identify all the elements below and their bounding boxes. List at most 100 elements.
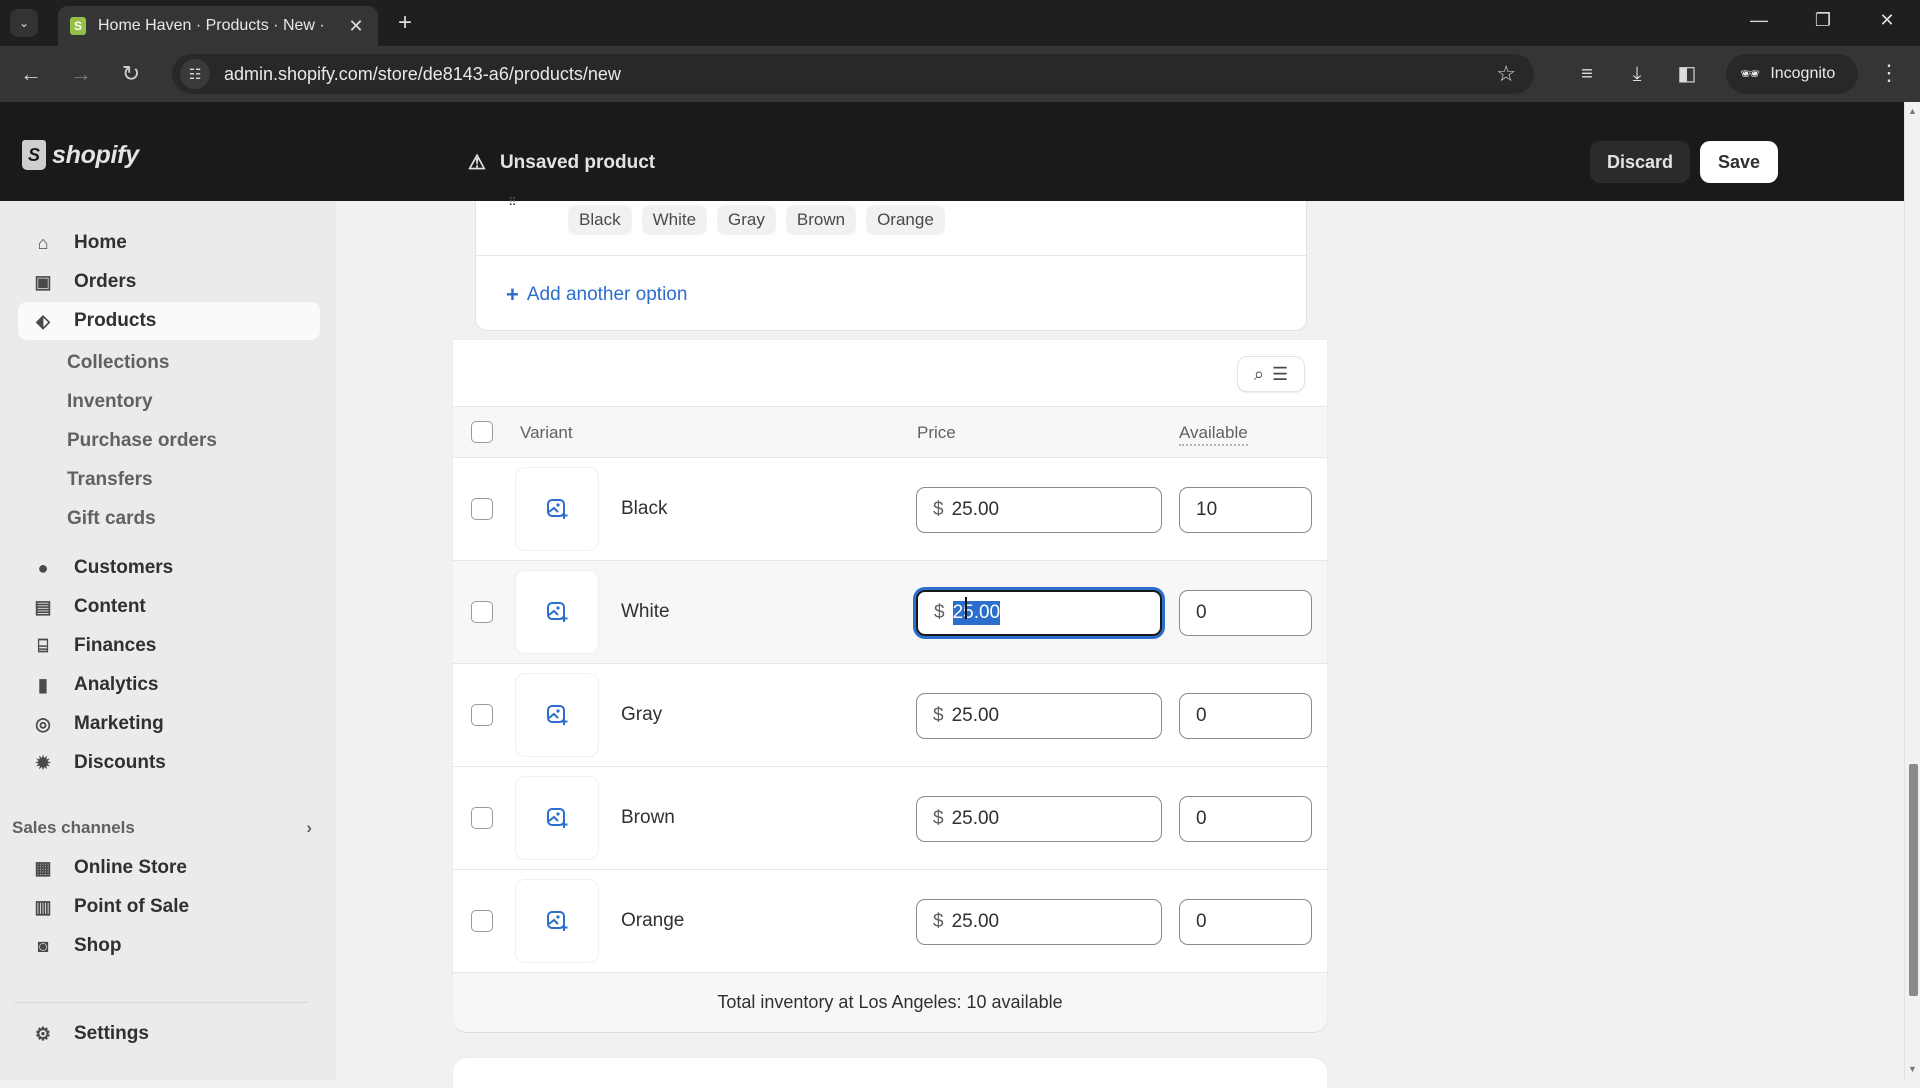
price-value: 25.00 <box>951 808 1000 829</box>
available-input[interactable]: 0 <box>1179 590 1312 636</box>
sidebar-item-content[interactable]: ▤ Content <box>18 588 320 626</box>
sidebar-item-analytics[interactable]: ▮ Analytics <box>18 666 320 704</box>
price-input[interactable]: $ 25.00 <box>916 796 1162 842</box>
sidebar-item-online-store[interactable]: ▦ Online Store <box>18 849 320 887</box>
variant-checkbox[interactable] <box>471 910 493 932</box>
column-header-variant[interactable]: Variant <box>520 423 573 443</box>
shopify-logo[interactable]: S shopify <box>22 140 139 170</box>
restore-button[interactable]: ❐ <box>1808 10 1838 31</box>
variant-row[interactable]: Black $ 25.00 10 <box>453 458 1327 561</box>
variant-row[interactable]: White $ 25.00 0 <box>453 561 1327 664</box>
sidebar-icon[interactable]: ◧ <box>1672 60 1702 88</box>
option-value-chip[interactable]: Gray <box>717 205 776 235</box>
close-window-button[interactable]: ✕ <box>1872 10 1902 31</box>
sidebar-subitem-transfers[interactable]: Transfers <box>67 469 153 491</box>
option-value-chip[interactable]: Orange <box>866 205 945 235</box>
sidebar-subitem-gift-cards[interactable]: Gift cards <box>67 508 156 530</box>
sidebar-item-discounts[interactable]: ✹ Discounts <box>18 744 320 782</box>
home-icon: ⌂ <box>37 232 49 253</box>
sidebar-item-orders[interactable]: ▣ Orders <box>18 263 320 301</box>
chevron-down-icon: ⌄ <box>18 16 30 30</box>
column-header-available[interactable]: Available <box>1179 423 1248 446</box>
sidebar-item-point-of-sale[interactable]: ▥ Point of Sale <box>18 888 320 926</box>
tag-icon: ⬖ <box>36 310 50 331</box>
text-cursor <box>965 597 967 619</box>
sidebar-item-label: Orders <box>74 271 137 292</box>
sidebar-item-label: Home <box>74 232 127 253</box>
plus-icon: + <box>506 282 519 307</box>
price-input[interactable]: $ 25.00 <box>916 487 1162 533</box>
kebab-icon[interactable]: ⋮ <box>1878 60 1900 86</box>
site-info-icon[interactable]: ☷ <box>180 59 210 89</box>
variant-row[interactable]: Gray $ 25.00 0 <box>453 664 1327 767</box>
available-input[interactable]: 10 <box>1179 487 1312 533</box>
sidebar-item-marketing[interactable]: ◎ Marketing <box>18 705 320 743</box>
price-input[interactable]: $ 25.00 <box>916 899 1162 945</box>
add-image-button[interactable] <box>515 570 599 654</box>
search-filter-button[interactable]: ⌕ ☰ <box>1237 356 1305 392</box>
browser-tab[interactable]: S Home Haven · Products · New · ✕ <box>58 6 378 46</box>
shopify-header: S shopify ⚠ Unsaved product Discard Save <box>0 102 1904 201</box>
sales-channels-label: Sales channels <box>12 818 135 837</box>
option-value-chip[interactable]: Black <box>568 205 632 235</box>
plus-icon: + <box>398 9 413 36</box>
reload-button[interactable]: ↻ <box>116 60 146 88</box>
incognito-indicator[interactable]: 🕶 Incognito <box>1726 54 1858 94</box>
sidebar-item-shop[interactable]: ◙ Shop <box>18 927 320 965</box>
available-input[interactable]: 0 <box>1179 899 1312 945</box>
add-image-button[interactable] <box>515 673 599 757</box>
address-bar[interactable]: ☷ admin.shopify.com/store/de8143-a6/prod… <box>172 54 1534 94</box>
scrollbar-thumb[interactable] <box>1909 764 1918 996</box>
add-image-button[interactable] <box>515 467 599 551</box>
add-another-option-button[interactable]: + Add another option <box>506 284 687 306</box>
sales-channels-header[interactable]: Sales channels › <box>12 818 312 838</box>
sidebar-item-label: Content <box>74 596 146 617</box>
variant-checkbox[interactable] <box>471 807 493 829</box>
back-button[interactable]: ← <box>16 60 46 88</box>
drag-handle-icon[interactable]: ⠿ <box>508 195 517 209</box>
new-tab-button[interactable]: + <box>398 9 413 36</box>
chevron-right-icon: › <box>306 818 312 837</box>
sidebar-item-finances[interactable]: ⌸ Finances <box>18 627 320 665</box>
price-input[interactable]: $ 25.00 <box>916 693 1162 739</box>
sidebar-subitem-inventory[interactable]: Inventory <box>67 391 153 413</box>
tab-close-icon[interactable]: ✕ <box>346 16 366 37</box>
currency-symbol: $ <box>933 499 944 520</box>
add-image-button[interactable] <box>515 879 599 963</box>
star-icon[interactable]: ☆ <box>1496 61 1516 87</box>
download-icon[interactable]: ⤓ <box>1622 60 1652 88</box>
option-value-chip[interactable]: Brown <box>785 205 857 235</box>
tab-search-button[interactable]: ⌄ <box>10 9 38 37</box>
variant-checkbox[interactable] <box>471 601 493 623</box>
scroll-up-icon[interactable]: ▲ <box>1908 106 1917 116</box>
variant-checkbox[interactable] <box>471 704 493 726</box>
sidebar-item-customers[interactable]: ● Customers <box>18 549 320 587</box>
variant-row[interactable]: Orange $ 25.00 0 <box>453 870 1327 973</box>
next-card <box>453 1058 1327 1088</box>
available-input[interactable]: 0 <box>1179 796 1312 842</box>
sidebar-item-home[interactable]: ⌂ Home <box>18 224 320 262</box>
sidebar-item-settings[interactable]: ⚙ Settings <box>18 1015 320 1053</box>
scroll-down-icon[interactable]: ▼ <box>1908 1064 1917 1074</box>
save-button[interactable]: Save <box>1700 141 1778 183</box>
sidebar-subitem-purchase-orders[interactable]: Purchase orders <box>67 430 217 452</box>
currency-symbol: $ <box>933 705 944 726</box>
option-value-chip[interactable]: White <box>641 205 708 235</box>
forward-button[interactable]: → <box>66 60 96 88</box>
sidebar-subitem-collections[interactable]: Collections <box>67 352 169 374</box>
inbox-icon: ▣ <box>34 271 52 292</box>
variant-checkbox[interactable] <box>471 498 493 520</box>
price-input-focused[interactable]: $ 25.00 <box>916 590 1162 636</box>
price-value: 25.00 <box>951 705 1000 726</box>
select-all-checkbox[interactable] <box>471 421 493 443</box>
add-image-button[interactable] <box>515 776 599 860</box>
page-scrollbar[interactable]: ▲ ▼ <box>1904 102 1920 1080</box>
playlist-icon[interactable]: ≡ <box>1572 60 1602 88</box>
url-text[interactable]: admin.shopify.com/store/de8143-a6/produc… <box>224 64 1496 85</box>
minimize-button[interactable]: — <box>1744 10 1774 31</box>
sidebar-item-products[interactable]: ⬖ Products <box>18 302 320 340</box>
sidebar-item-label: Settings <box>74 1023 149 1044</box>
variant-row[interactable]: Brown $ 25.00 0 <box>453 767 1327 870</box>
discard-button[interactable]: Discard <box>1590 141 1690 183</box>
available-input[interactable]: 0 <box>1179 693 1312 739</box>
